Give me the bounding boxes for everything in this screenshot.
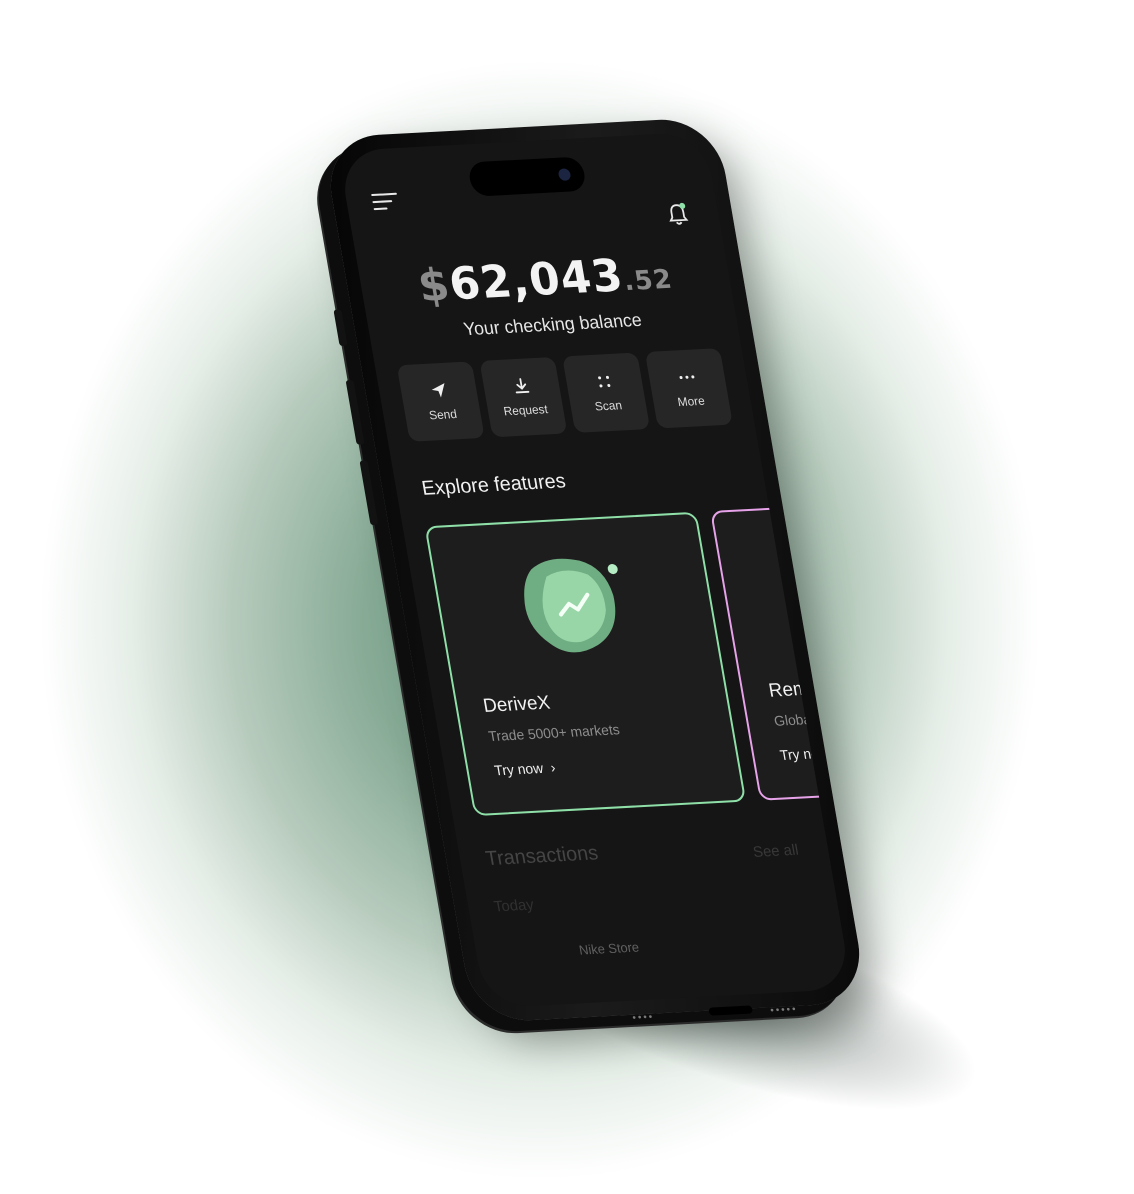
balance-cents: .52 — [621, 264, 675, 298]
transactions-title: Transactions — [483, 842, 600, 871]
phone-mockup: $62,043.52 Your checking balance Send Re… — [321, 116, 869, 1024]
try-now-label: Try now — [493, 759, 545, 779]
phone-screen: $62,043.52 Your checking balance Send Re… — [337, 131, 853, 1009]
explore-features-title: Explore features — [420, 470, 568, 500]
volume-up-button — [345, 379, 365, 445]
speaker-grille-right: ••••• — [769, 1003, 799, 1017]
charging-port — [708, 1005, 754, 1016]
download-icon — [515, 378, 530, 394]
request-button[interactable]: Request — [479, 356, 568, 438]
menu-icon[interactable] — [371, 192, 400, 214]
send-label: Send — [427, 406, 458, 423]
try-now-link[interactable]: Try now › — [779, 744, 843, 763]
speaker-grille-left: •••• — [631, 1011, 656, 1024]
trend-chart-icon — [524, 558, 618, 653]
camera-lens — [557, 168, 572, 181]
background: $62,043.52 Your checking balance Send Re… — [0, 0, 1134, 1194]
card-subtitle: Trade 5000+ markets — [487, 721, 621, 745]
volume-down-button — [359, 460, 379, 526]
chevron-right-icon: › — [830, 743, 843, 761]
more-icon — [679, 375, 695, 380]
balance-integer: 62,043 — [445, 249, 628, 311]
more-label: More — [676, 393, 706, 410]
dynamic-island — [467, 156, 588, 197]
quick-actions: Send Request Scan More — [396, 348, 733, 442]
mute-switch — [333, 309, 348, 347]
request-label: Request — [502, 402, 549, 419]
transaction-merchant[interactable]: Nike Store — [578, 939, 640, 957]
balance-amount: $62,043.52 — [357, 244, 732, 315]
send-button[interactable]: Send — [396, 361, 485, 442]
scan-label: Scan — [593, 398, 624, 414]
send-icon — [431, 383, 445, 398]
chevron-right-icon: › — [545, 759, 557, 776]
notification-bell-icon[interactable] — [665, 202, 691, 227]
scan-button[interactable]: Scan — [562, 352, 651, 433]
card-title: DeriveX — [481, 692, 552, 718]
see-all-link[interactable]: See all — [752, 841, 800, 861]
feature-card-derivex[interactable]: DeriveX Trade 5000+ markets Try now › — [424, 511, 747, 817]
scan-icon — [598, 375, 611, 388]
more-button[interactable]: More — [644, 348, 733, 429]
try-now-link[interactable]: Try now › — [493, 759, 557, 778]
transactions-group-label: Today — [492, 896, 536, 916]
